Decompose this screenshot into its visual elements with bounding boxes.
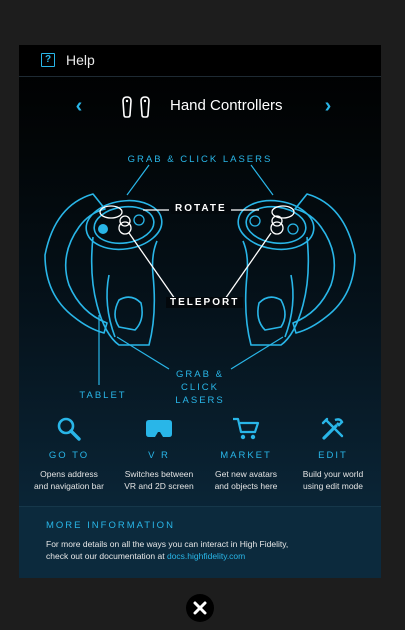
chevron-left-icon[interactable]: ‹ xyxy=(69,95,89,119)
grab-click-lasers-line: GRAB & xyxy=(176,369,224,380)
more-information-text: For more details on all the ways you can… xyxy=(46,538,366,562)
edit-tools-icon xyxy=(321,417,344,440)
shopping-cart-icon xyxy=(233,417,260,440)
grab-click-lasers-line: CLICK xyxy=(181,382,219,393)
more-information-prefix: check out our documentation at xyxy=(46,551,167,561)
vr-headset-icon xyxy=(146,420,172,437)
feature-title: MARKET xyxy=(220,450,272,461)
teleport-label: TELEPORT xyxy=(166,297,244,308)
chevron-right-icon[interactable]: › xyxy=(318,95,338,119)
tablet-label: TABLET xyxy=(79,390,127,401)
feature-desc-line: and navigation bar xyxy=(34,481,104,491)
feature-title: GO TO xyxy=(48,450,90,461)
help-title-bar: ? Help xyxy=(19,45,381,77)
grab-click-lasers-line: LASERS xyxy=(175,395,225,406)
more-information-title: MORE INFORMATION xyxy=(46,520,175,531)
feature-vr[interactable]: V R Switches between VR and 2D screen xyxy=(111,415,207,492)
question-square-icon: ? xyxy=(41,53,55,67)
feature-desc-line: VR and 2D screen xyxy=(124,481,194,491)
search-icon xyxy=(57,417,81,441)
feature-title: EDIT xyxy=(318,450,348,461)
more-information-section: MORE INFORMATION For more details on all… xyxy=(19,506,381,578)
page-title: Hand Controllers xyxy=(170,97,283,114)
help-panel: ? Help ‹ Hand Controllers › GRAB & CLICK… xyxy=(19,45,381,578)
feature-title: V R xyxy=(148,450,170,461)
grab-click-lasers-top-label: GRAB & CLICK LASERS xyxy=(127,154,273,165)
feature-desc-line: using edit mode xyxy=(302,481,363,491)
feature-desc-line: Opens address xyxy=(40,469,98,479)
feature-desc: Build your world using edit mode xyxy=(285,468,381,492)
feature-desc-line: Switches between xyxy=(124,469,194,479)
feature-list: GO TO Opens address and navigation bar V… xyxy=(19,415,381,500)
feature-desc: Opens address and navigation bar xyxy=(21,468,117,492)
feature-goto[interactable]: GO TO Opens address and navigation bar xyxy=(21,415,117,492)
controller-diagram: GRAB & CLICK LASERS ROTATE TELEPORT TABL… xyxy=(19,145,381,415)
feature-edit[interactable]: EDIT Build your world using edit mode xyxy=(285,415,381,492)
controller-nav: ‹ Hand Controllers › xyxy=(19,95,381,119)
docs-link[interactable]: docs.highfidelity.com xyxy=(167,551,245,561)
feature-desc-line: and objects here xyxy=(214,481,278,491)
feature-desc: Get new avatars and objects here xyxy=(198,468,294,492)
feature-desc: Switches between VR and 2D screen xyxy=(111,468,207,492)
more-information-line: For more details on all the ways you can… xyxy=(46,539,289,549)
feature-desc-line: Build your world xyxy=(302,469,364,479)
help-label: Help xyxy=(66,52,95,68)
close-button[interactable] xyxy=(186,594,214,622)
feature-desc-line: Get new avatars xyxy=(215,469,277,479)
feature-market[interactable]: MARKET Get new avatars and objects here xyxy=(198,415,294,492)
grab-click-lasers-bottom-label: GRAB & CLICK LASERS xyxy=(160,368,240,407)
more-information-line: check out our documentation at docs.high… xyxy=(46,550,366,562)
hand-controllers-icon xyxy=(122,96,150,118)
rotate-label: ROTATE xyxy=(171,203,231,214)
close-icon xyxy=(193,601,207,615)
